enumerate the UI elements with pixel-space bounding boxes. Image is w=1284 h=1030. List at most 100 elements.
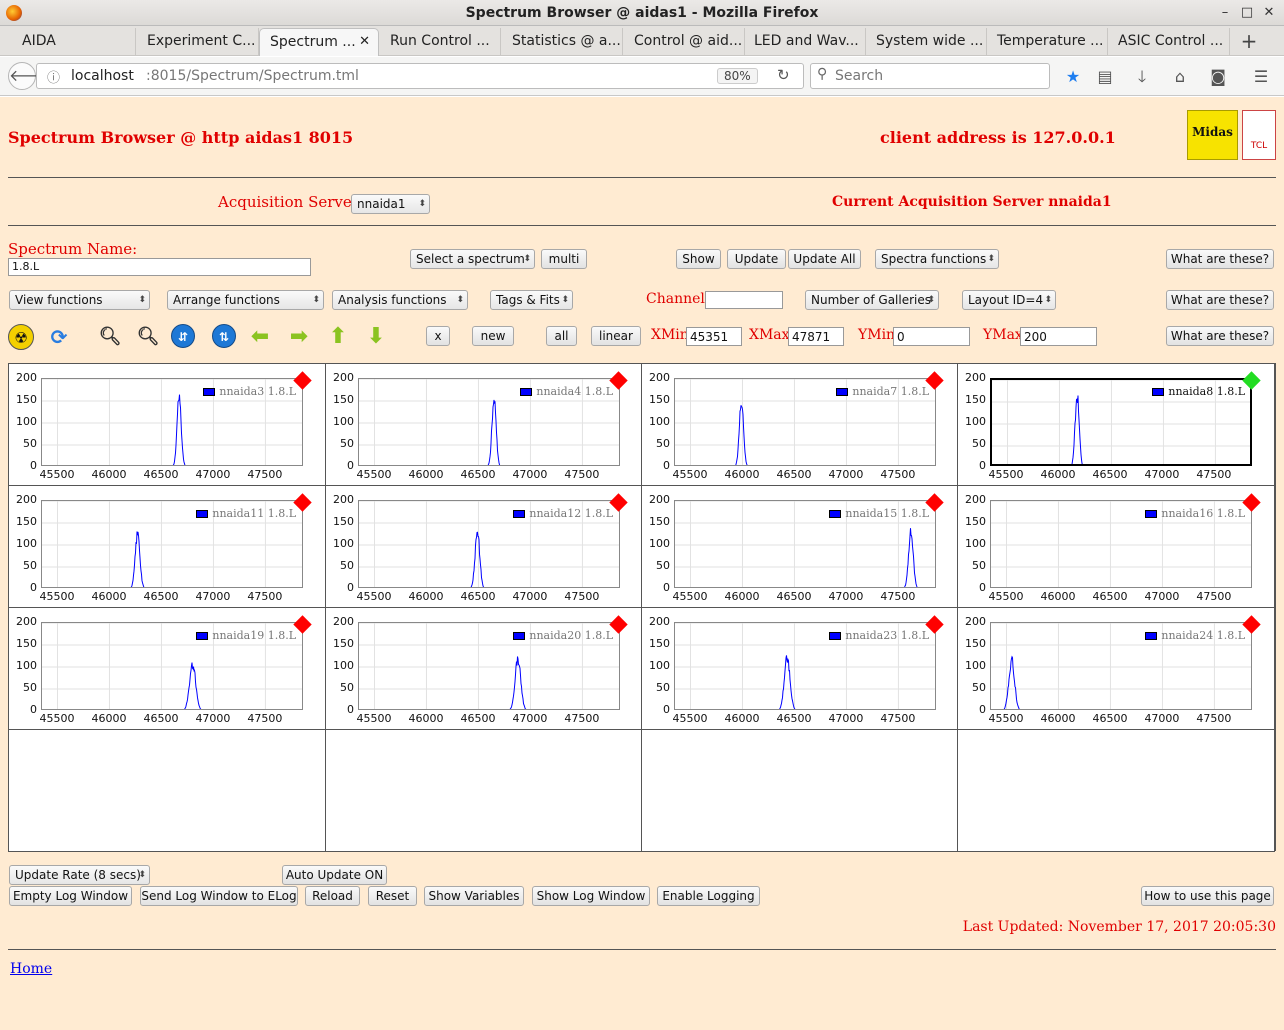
zoom-out-icon[interactable]: 🔍︎ <box>135 324 161 350</box>
gallery-cell[interactable]: 0 50 100 150 200 45500 46000 46500 47000 47500 nna… <box>325 607 642 730</box>
acq-server-select[interactable]: nnaida1 ⬍ <box>351 194 430 214</box>
reload-button[interactable]: Reload <box>305 886 360 906</box>
arrow-left-icon[interactable]: ⬅ <box>247 324 273 350</box>
gallery-cell[interactable] <box>641 729 958 852</box>
send-log-elog-button[interactable]: Send Log Window to ELog <box>140 886 298 906</box>
close-tab-icon[interactable]: ✕ <box>359 29 370 55</box>
tab-system-wide[interactable]: System wide ... <box>866 28 987 56</box>
what-are-these-button-3[interactable]: What are these? <box>1166 326 1274 346</box>
search-box[interactable]: ⚲ Search <box>810 63 1050 89</box>
gallery-cell[interactable]: 0 50 100 150 200 45500 46000 46500 47000 47500 nna… <box>8 485 326 608</box>
what-are-these-button-1[interactable]: What are these? <box>1166 249 1274 269</box>
bookmark-star-icon[interactable]: ★ <box>1062 66 1084 88</box>
spectrum-trace <box>470 531 485 587</box>
channel-input[interactable] <box>705 291 783 309</box>
tab-experiment-control[interactable]: Experiment C... <box>137 28 259 56</box>
xmax-input[interactable]: 47871 <box>788 327 844 346</box>
tab-asic-control[interactable]: ASIC Control ... <box>1108 28 1230 56</box>
pocket-icon[interactable]: ◙ <box>1207 66 1229 88</box>
home-icon[interactable]: ⌂ <box>1169 66 1191 88</box>
gallery-cell[interactable]: 0 50 100 150 200 45500 46000 46500 47000 47500 nna… <box>8 607 326 730</box>
gallery-cell[interactable]: 0 50 100 150 200 45500 46000 46500 47000 47500 nna… <box>641 363 958 486</box>
gallery-cell[interactable]: 0 50 100 150 200 45500 46000 46500 47000 47500 nna… <box>325 485 642 608</box>
url-bar[interactable]: ⓘ localhost :8015/Spectrum/Spectrum.tml … <box>36 63 804 89</box>
tab-led-wave[interactable]: LED and Wav... <box>744 28 866 56</box>
update-rate-dropdown[interactable]: Update Rate (8 secs) ⬍ <box>9 865 150 885</box>
tags-fits-dropdown[interactable]: Tags & Fits ⬍ <box>490 290 573 310</box>
arrow-right-icon[interactable]: ➡ <box>286 324 312 350</box>
radiation-icon[interactable]: ☢ <box>8 324 34 350</box>
midas-logo[interactable]: Midas <box>1187 110 1238 160</box>
update-button[interactable]: Update <box>727 249 786 269</box>
gallery-cell[interactable] <box>8 729 326 852</box>
how-to-use-button[interactable]: How to use this page <box>1141 886 1274 906</box>
home-link[interactable]: Home <box>10 961 52 977</box>
x-tick-label: 46500 <box>776 590 812 603</box>
spectra-functions-dropdown[interactable]: Spectra functions ⬍ <box>875 249 999 269</box>
xmin-input[interactable]: 45351 <box>686 327 742 346</box>
update-all-button[interactable]: Update All <box>788 249 861 269</box>
gallery-cell[interactable]: 0 50 100 150 200 45500 46000 46500 47000 47500 nna… <box>957 485 1275 608</box>
zoom-indicator[interactable]: 80% <box>717 68 758 84</box>
close-window-icon[interactable]: ✕ <box>1260 4 1278 22</box>
gallery-cell[interactable]: 0 50 100 150 200 45500 46000 46500 47000 47500 nna… <box>641 607 958 730</box>
maximize-icon[interactable]: □ <box>1238 4 1256 22</box>
all-button[interactable]: all <box>546 326 577 346</box>
minimize-icon[interactable]: – <box>1216 4 1234 22</box>
tab-run-control[interactable]: Run Control ... <box>380 28 501 56</box>
arrow-up-icon[interactable]: ⬆ <box>325 324 351 350</box>
enable-logging-button[interactable]: Enable Logging <box>657 886 760 906</box>
reading-list-icon[interactable]: ▤ <box>1094 66 1116 88</box>
spectrum-name-input[interactable]: 1.8.L <box>8 258 311 276</box>
info-icon[interactable]: ⓘ <box>47 67 60 86</box>
view-functions-dropdown[interactable]: View functions ⬍ <box>9 290 150 310</box>
x-tick-label: 46500 <box>1092 712 1128 725</box>
analysis-functions-dropdown[interactable]: Analysis functions ⬍ <box>332 290 468 310</box>
ymax-input[interactable]: 200 <box>1020 327 1097 346</box>
empty-log-button[interactable]: Empty Log Window <box>9 886 132 906</box>
tab-spectrum[interactable]: Spectrum ... ✕ <box>259 28 379 56</box>
download-icon[interactable]: 🡓 <box>1131 66 1153 88</box>
galleries-dropdown[interactable]: Number of Galleries ⬍ <box>805 290 939 310</box>
tab-aida[interactable]: AIDA <box>12 28 136 56</box>
reload-icon[interactable]: ↻ <box>777 66 790 84</box>
divider <box>8 949 1276 950</box>
tab-control[interactable]: Control @ aid... <box>624 28 745 56</box>
x-tick-label: 45500 <box>356 590 392 603</box>
show-log-window-button[interactable]: Show Log Window <box>532 886 650 906</box>
y-tick-label: 150 <box>333 637 354 650</box>
new-tab-icon[interactable]: + <box>1238 28 1260 54</box>
x-button[interactable]: x <box>426 326 450 346</box>
zoom-in-icon[interactable]: 🔍︎ <box>97 324 123 350</box>
layout-dropdown[interactable]: Layout ID=4 ⬍ <box>962 290 1056 310</box>
ymin-input[interactable]: 0 <box>893 327 970 346</box>
linear-button[interactable]: linear <box>591 326 641 346</box>
refresh-icon[interactable]: ⟳ <box>46 324 72 350</box>
auto-update-button[interactable]: Auto Update ON <box>282 865 387 885</box>
show-variables-button[interactable]: Show Variables <box>424 886 524 906</box>
select-spectrum-dropdown[interactable]: Select a spectrum ⬍ <box>410 249 535 269</box>
x-tick-label: 47500 <box>880 590 916 603</box>
search-input[interactable]: Search <box>835 68 883 84</box>
arrow-down-icon[interactable]: ⬇ <box>363 324 389 350</box>
tab-statistics[interactable]: Statistics @ a... <box>502 28 623 56</box>
reset-button[interactable]: Reset <box>368 886 417 906</box>
menu-icon[interactable]: ☰ <box>1250 66 1272 88</box>
multi-button[interactable]: multi <box>541 249 587 269</box>
gallery-cell[interactable] <box>957 729 1275 852</box>
compress-y-icon[interactable]: ⇅ <box>212 324 236 348</box>
tab-temperature[interactable]: Temperature ... <box>987 28 1108 56</box>
gallery-cell[interactable] <box>325 729 642 852</box>
expand-y-icon[interactable]: ⇵ <box>171 324 195 348</box>
back-icon[interactable]: 🡐 <box>8 62 52 90</box>
tcl-logo[interactable]: TCL <box>1242 110 1276 160</box>
gallery-cell[interactable]: 0 50 100 150 200 45500 46000 46500 47000 47500 nna… <box>957 363 1275 486</box>
gallery-cell[interactable]: 0 50 100 150 200 45500 46000 46500 47000 47500 nna… <box>325 363 642 486</box>
new-button[interactable]: new <box>472 326 514 346</box>
what-are-these-button-2[interactable]: What are these? <box>1166 290 1274 310</box>
gallery-cell[interactable]: 0 50 100 150 200 45500 46000 46500 47000 47500 nna… <box>8 363 326 486</box>
gallery-cell[interactable]: 0 50 100 150 200 45500 46000 46500 47000 47500 nna… <box>957 607 1275 730</box>
arrange-functions-dropdown[interactable]: Arrange functions ⬍ <box>167 290 324 310</box>
show-button[interactable]: Show <box>676 249 721 269</box>
gallery-cell[interactable]: 0 50 100 150 200 45500 46000 46500 47000 47500 nna… <box>641 485 958 608</box>
